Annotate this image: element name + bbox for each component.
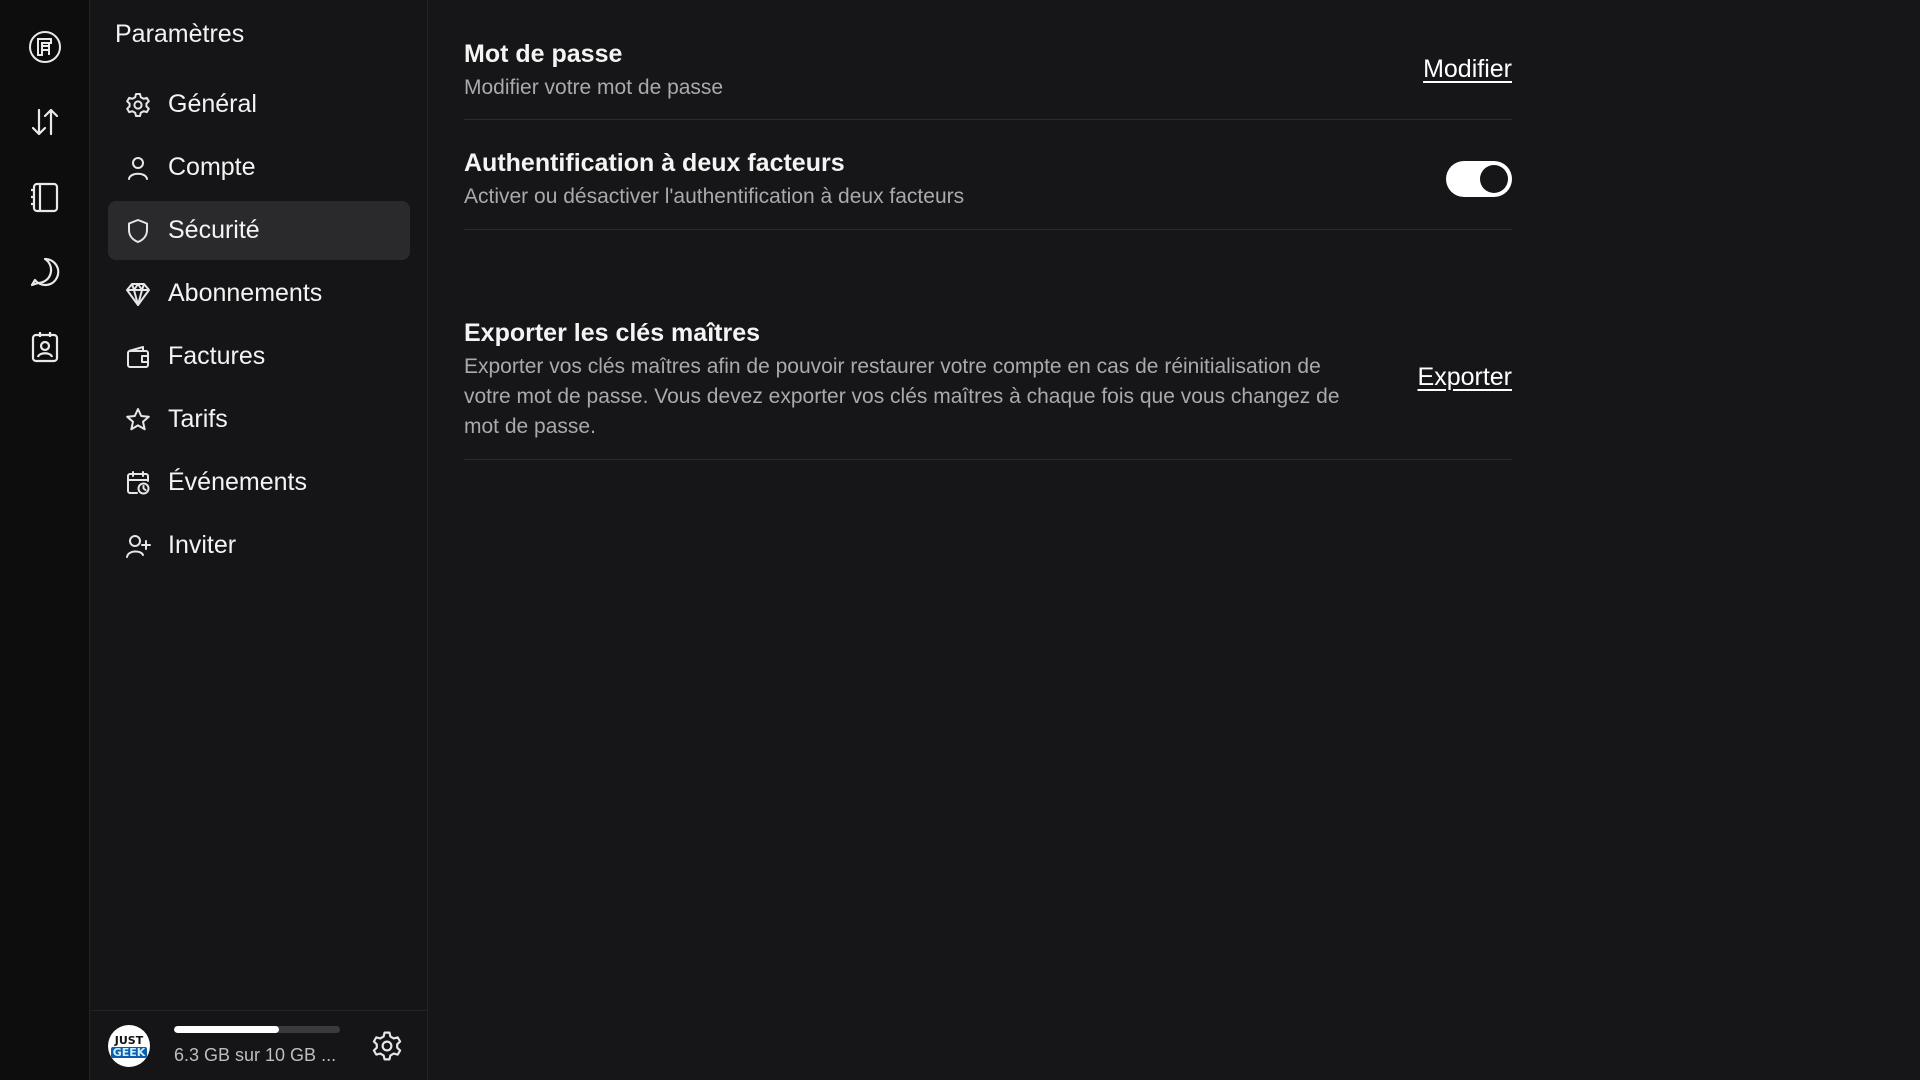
storage-progress-fill (174, 1026, 279, 1033)
notebook-icon[interactable] (22, 174, 68, 220)
toggle-knob (1480, 165, 1508, 193)
app-rail (0, 0, 90, 1080)
avatar[interactable]: JUST GEEK (108, 1025, 150, 1067)
settings-gear-button[interactable] (370, 1029, 404, 1063)
star-icon (124, 406, 152, 434)
drive-logo-icon[interactable] (22, 24, 68, 70)
settings-nav: Général Compte Sécurité Abonnements Fact… (108, 75, 410, 579)
gear-icon (124, 91, 152, 119)
app-window: Paramètres Général Compte Sécurité Abonn… (0, 0, 1920, 1080)
modify-password-button[interactable]: Modifier (1423, 55, 1512, 84)
sidebar-item-label: Général (168, 90, 257, 118)
sidebar-title: Paramètres (115, 20, 245, 48)
sidebar-item-invoices[interactable]: Factures (108, 327, 410, 386)
two-factor-toggle[interactable] (1446, 161, 1512, 197)
storage-usage-text: 6.3 GB sur 10 GB ... (174, 1045, 337, 1065)
sidebar-item-events[interactable]: Événements (108, 453, 410, 512)
sidebar-item-label: Abonnements (168, 279, 323, 307)
password-section: Mot de passe Modifier votre mot de passe… (464, 40, 1512, 120)
calendar-clock-icon (124, 469, 152, 497)
sidebar-item-general[interactable]: Général (108, 75, 410, 134)
export-keys-section: Exporter les clés maîtres Exporter vos c… (464, 319, 1512, 460)
sidebar-item-label: Événements (168, 468, 307, 496)
export-keys-description: Exporter vos clés maîtres afin de pouvoi… (464, 355, 1340, 438)
user-icon (124, 154, 152, 182)
sidebar-item-label: Tarifs (168, 405, 228, 433)
storage-progress-bar (174, 1026, 340, 1033)
two-factor-section: Authentification à deux facteurs Activer… (464, 149, 1512, 230)
sidebar-item-label: Compte (168, 153, 256, 181)
sidebar-item-invite[interactable]: Inviter (108, 516, 410, 575)
sidebar-item-pricing[interactable]: Tarifs (108, 390, 410, 449)
transfers-icon[interactable] (22, 99, 68, 145)
settings-sidebar: Paramètres Général Compte Sécurité Abonn… (90, 0, 428, 1080)
sidebar-item-subscriptions[interactable]: Abonnements (108, 264, 410, 323)
sidebar-item-account[interactable]: Compte (108, 138, 410, 197)
shield-icon (124, 217, 152, 245)
export-keys-title: Exporter les clés maîtres (464, 319, 760, 347)
sidebar-item-label: Sécurité (168, 216, 260, 244)
sidebar-footer: JUST GEEK 6.3 GB sur 10 GB ... (90, 1010, 428, 1080)
gear-icon (372, 1031, 402, 1061)
two-factor-description: Activer ou désactiver l'authentification… (464, 185, 965, 208)
diamond-icon (124, 280, 152, 308)
contacts-icon[interactable] (22, 324, 68, 370)
password-title: Mot de passe (464, 40, 623, 68)
sidebar-item-label: Inviter (168, 531, 237, 559)
export-keys-button[interactable]: Exporter (1418, 363, 1512, 392)
security-settings-panel: Mot de passe Modifier votre mot de passe… (428, 0, 1920, 1080)
sidebar-item-security[interactable]: Sécurité (108, 201, 410, 260)
two-factor-title: Authentification à deux facteurs (464, 149, 845, 177)
sidebar-item-label: Factures (168, 342, 266, 370)
chat-icon[interactable] (22, 249, 68, 295)
wallet-icon (124, 343, 152, 371)
password-description: Modifier votre mot de passe (464, 76, 724, 99)
user-plus-icon (124, 532, 152, 560)
